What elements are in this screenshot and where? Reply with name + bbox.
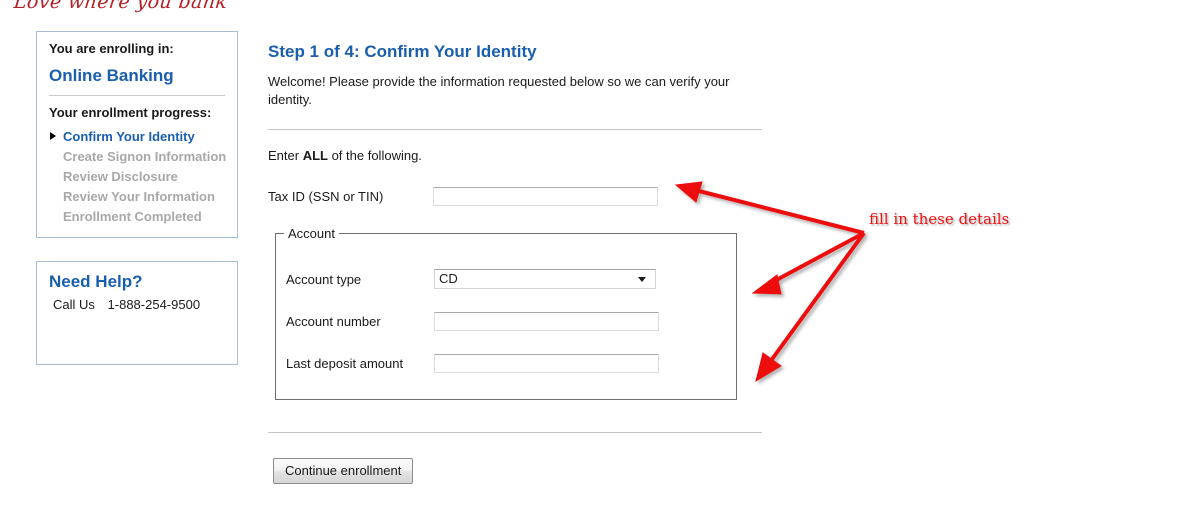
need-help-title: Need Help? [49,272,143,291]
account-type-select-wrapper[interactable]: CD [434,269,656,289]
tax-id-row: Tax ID (SSN or TIN) [268,187,762,206]
brand-tagline: Love where you bank [12,0,229,13]
page-title: Step 1 of 4: Confirm Your Identity [268,42,537,61]
need-help-panel: Need Help? Call Us 1-888-254-9500 [36,261,238,365]
enter-all-suffix: of the following. [327,148,422,163]
intro-text: Welcome! Please provide the information … [268,74,730,107]
enrollment-progress-panel: You are enrolling in: Online Banking You… [36,31,238,238]
last-deposit-amount-input[interactable] [434,354,659,373]
arrow-to-last-deposit [755,231,866,383]
account-number-row: Account number [276,312,736,331]
enrollment-step-list: Confirm Your Identity Create Signon Info… [49,127,227,227]
enter-all-instruction: Enter ALL of the following. [268,148,762,163]
enrollment-product-name: Online Banking [49,66,174,85]
sidebar-step-review-disclosure: Review Disclosure [49,167,225,187]
tax-id-input[interactable] [433,187,658,206]
step-label: Enrollment Completed [63,209,202,224]
sidebar: You are enrolling in: Online Banking You… [36,31,238,365]
step-label: Create Signon Information [63,149,227,164]
account-type-label: Account type [286,271,362,287]
enter-all-emphasis: ALL [302,148,328,163]
continue-enrollment-button[interactable]: Continue enrollment [273,458,414,484]
account-fieldset: Account Account type CD Account number L… [275,226,737,400]
enrolling-in-label: You are enrolling in: [49,41,174,56]
account-number-input[interactable] [434,312,659,331]
last-deposit-row: Last deposit amount [276,354,736,373]
annotation-label: fill in these details [869,210,1010,228]
account-fieldset-legend: Account [288,226,335,241]
call-us-line: Call Us 1-888-254-9500 [49,297,225,312]
panel-divider [49,95,225,96]
support-phone-number: 1-888-254-9500 [107,297,201,312]
sidebar-step-enrollment-completed: Enrollment Completed [49,207,225,227]
step-label: Review Disclosure [63,169,178,184]
step-label: Confirm Your Identity [63,129,195,144]
sidebar-step-confirm-identity[interactable]: Confirm Your Identity [49,127,225,147]
footer-divider [268,432,762,433]
account-number-label: Account number [286,314,381,329]
progress-heading: Your enrollment progress: [49,105,212,120]
step-label: Review Your Information [63,189,215,204]
sidebar-step-create-signon: Create Signon Information [49,147,227,167]
last-deposit-amount-label: Last deposit amount [286,356,404,371]
sidebar-step-review-information: Review Your Information [49,187,225,207]
account-type-row: Account type CD [276,269,736,289]
enter-all-prefix: Enter [268,148,303,163]
tax-id-label: Tax ID (SSN or TIN) [268,189,384,204]
intro-divider [268,129,762,130]
call-us-label: Call Us [53,297,95,312]
account-type-select[interactable]: CD [434,269,656,289]
current-step-arrow-icon [50,132,56,140]
arrow-to-account-type [751,231,865,295]
main-content: Step 1 of 4: Confirm Your Identity Welco… [268,42,762,484]
